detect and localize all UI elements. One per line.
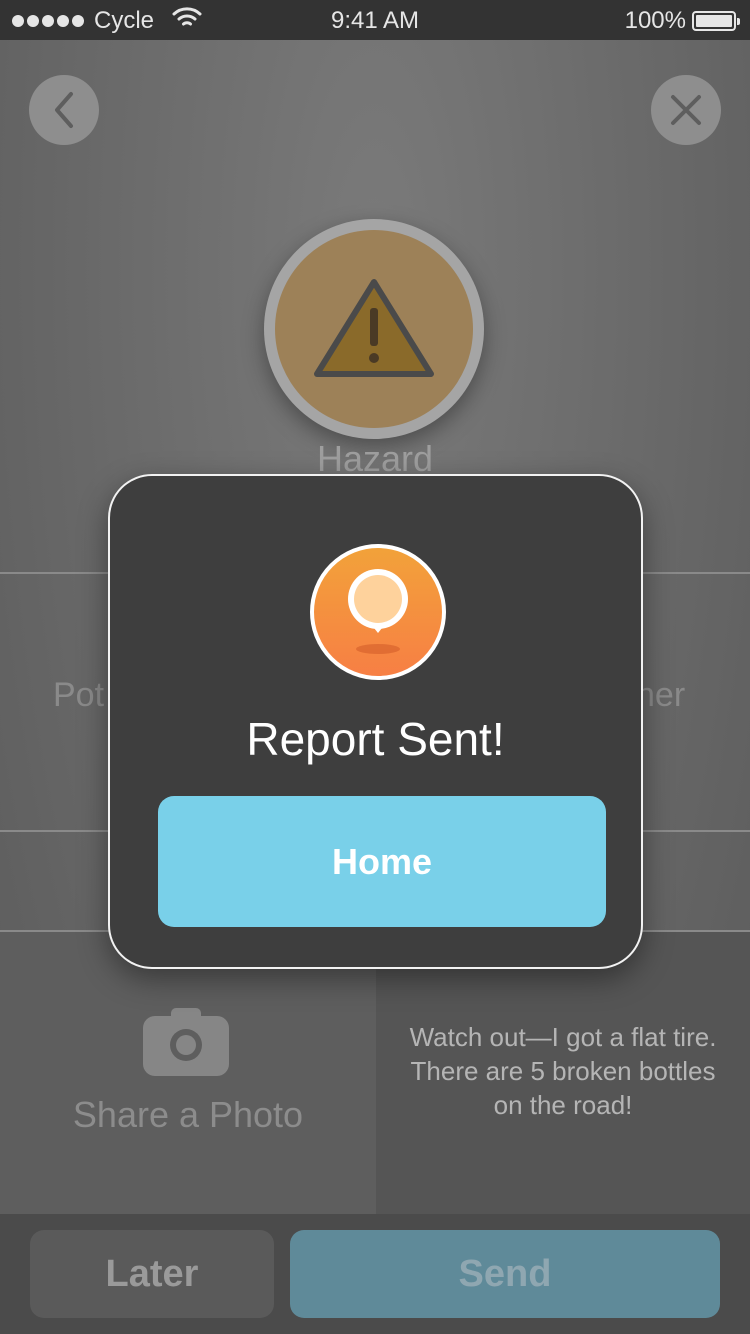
option-other-label[interactable]: her xyxy=(636,676,685,715)
note-text: Watch out—I got a flat tire. There are 5… xyxy=(409,1022,717,1120)
warning-triangle-icon xyxy=(314,279,434,377)
later-button[interactable]: Later xyxy=(30,1230,274,1318)
status-bar: Cycle 9:41 AM 100% xyxy=(0,0,750,40)
battery-icon xyxy=(692,11,740,31)
battery-percent: 100% xyxy=(624,7,686,34)
location-pin-icon xyxy=(348,569,408,654)
home-button[interactable]: Home xyxy=(158,796,606,927)
battery-group: 100% xyxy=(624,7,740,35)
report-sent-dialog: Report Sent! Home xyxy=(108,474,643,969)
location-pin-badge xyxy=(310,544,446,680)
dialog-title: Report Sent! xyxy=(246,713,505,765)
share-photo-label: Share a Photo xyxy=(72,1094,304,1135)
send-button[interactable]: Send xyxy=(290,1230,720,1318)
option-pothole-label[interactable]: Pot xyxy=(53,676,104,715)
chevron-left-icon xyxy=(55,92,73,128)
close-icon xyxy=(671,95,701,125)
close-button[interactable] xyxy=(651,75,721,145)
hazard-category-button[interactable] xyxy=(264,219,484,439)
back-button[interactable] xyxy=(29,75,99,145)
camera-icon xyxy=(143,1008,229,1081)
report-screen: Cycle 9:41 AM 100% Hazard Pot her Share … xyxy=(0,0,750,1334)
